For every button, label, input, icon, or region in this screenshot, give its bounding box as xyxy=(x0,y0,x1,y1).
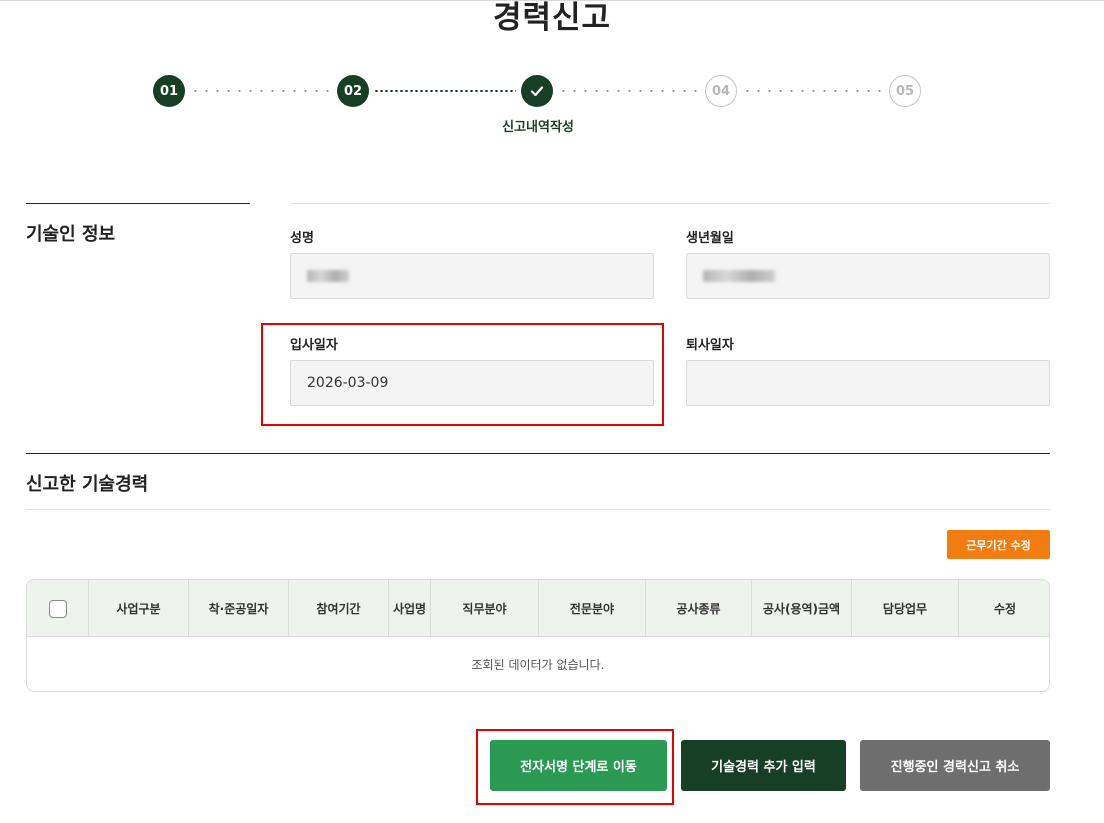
current-step-caption: 신고내역작성 xyxy=(502,120,574,135)
birth-date-label: 생년월일 xyxy=(686,231,734,246)
career-table: 사업구분 착·준공일자 참여기간 사업명 직무분야 전문분야 공사종류 공사(용… xyxy=(26,579,1050,692)
select-all-checkbox[interactable] xyxy=(48,599,67,618)
check-icon xyxy=(530,86,544,97)
column-header[interactable]: 착·준공일자 xyxy=(188,580,288,637)
step-4: 04 xyxy=(705,75,737,107)
column-header[interactable]: 사업명 xyxy=(388,580,430,637)
step-connector xyxy=(742,90,884,92)
career-section-title: 신고한 기술경력 xyxy=(26,474,149,495)
column-header[interactable]: 담당업무 xyxy=(851,580,958,637)
e-signature-button-highlight xyxy=(476,729,674,805)
add-career-button[interactable]: 기술경력 추가 입력 xyxy=(681,740,846,791)
section-divider xyxy=(26,203,250,204)
column-header[interactable]: 참여기간 xyxy=(288,580,388,637)
step-2-label: 02 xyxy=(343,83,363,99)
edit-work-period-button[interactable]: 근무기간 수정 xyxy=(947,530,1050,559)
cancel-report-button[interactable]: 진행중인 경력신고 취소 xyxy=(860,740,1050,791)
redacted-name xyxy=(307,270,349,282)
name-field xyxy=(290,253,654,299)
leave-date-label: 퇴사일자 xyxy=(686,338,734,353)
section-divider xyxy=(26,453,1050,454)
name-label: 성명 xyxy=(290,231,314,246)
column-header[interactable]: 직무분야 xyxy=(430,580,538,637)
column-header[interactable]: 사업구분 xyxy=(88,580,188,637)
step-connector xyxy=(558,90,700,92)
empty-table-message: 조회된 데이터가 없습니다. xyxy=(471,658,605,672)
select-all-cell xyxy=(27,580,88,637)
step-5: 05 xyxy=(889,75,921,107)
step-1-label: 01 xyxy=(159,83,179,99)
step-connector xyxy=(374,90,516,92)
progress-stepper: 01 02 04 05 신고내역작성 xyxy=(0,0,1104,140)
section-divider xyxy=(290,203,1050,204)
birth-date-field xyxy=(686,253,1050,299)
section-divider xyxy=(26,509,1050,510)
column-header[interactable]: 공사(용역)금액 xyxy=(751,580,851,637)
column-header[interactable]: 수정 xyxy=(958,580,1049,637)
column-header[interactable]: 전문분야 xyxy=(538,580,645,637)
redacted-birth-date xyxy=(703,270,775,282)
step-1: 01 xyxy=(153,75,185,107)
column-header[interactable]: 공사종류 xyxy=(645,580,751,637)
leave-date-field[interactable] xyxy=(686,360,1050,406)
step-4-label: 04 xyxy=(711,83,731,99)
step-5-label: 05 xyxy=(895,83,915,99)
hire-date-highlight xyxy=(261,323,664,426)
table-header: 사업구분 착·준공일자 참여기간 사업명 직무분야 전문분야 공사종류 공사(용… xyxy=(27,580,1049,637)
engineer-info-title: 기술인 정보 xyxy=(26,224,116,245)
step-3-current xyxy=(521,75,553,107)
step-2: 02 xyxy=(337,75,369,107)
step-connector xyxy=(190,90,332,92)
